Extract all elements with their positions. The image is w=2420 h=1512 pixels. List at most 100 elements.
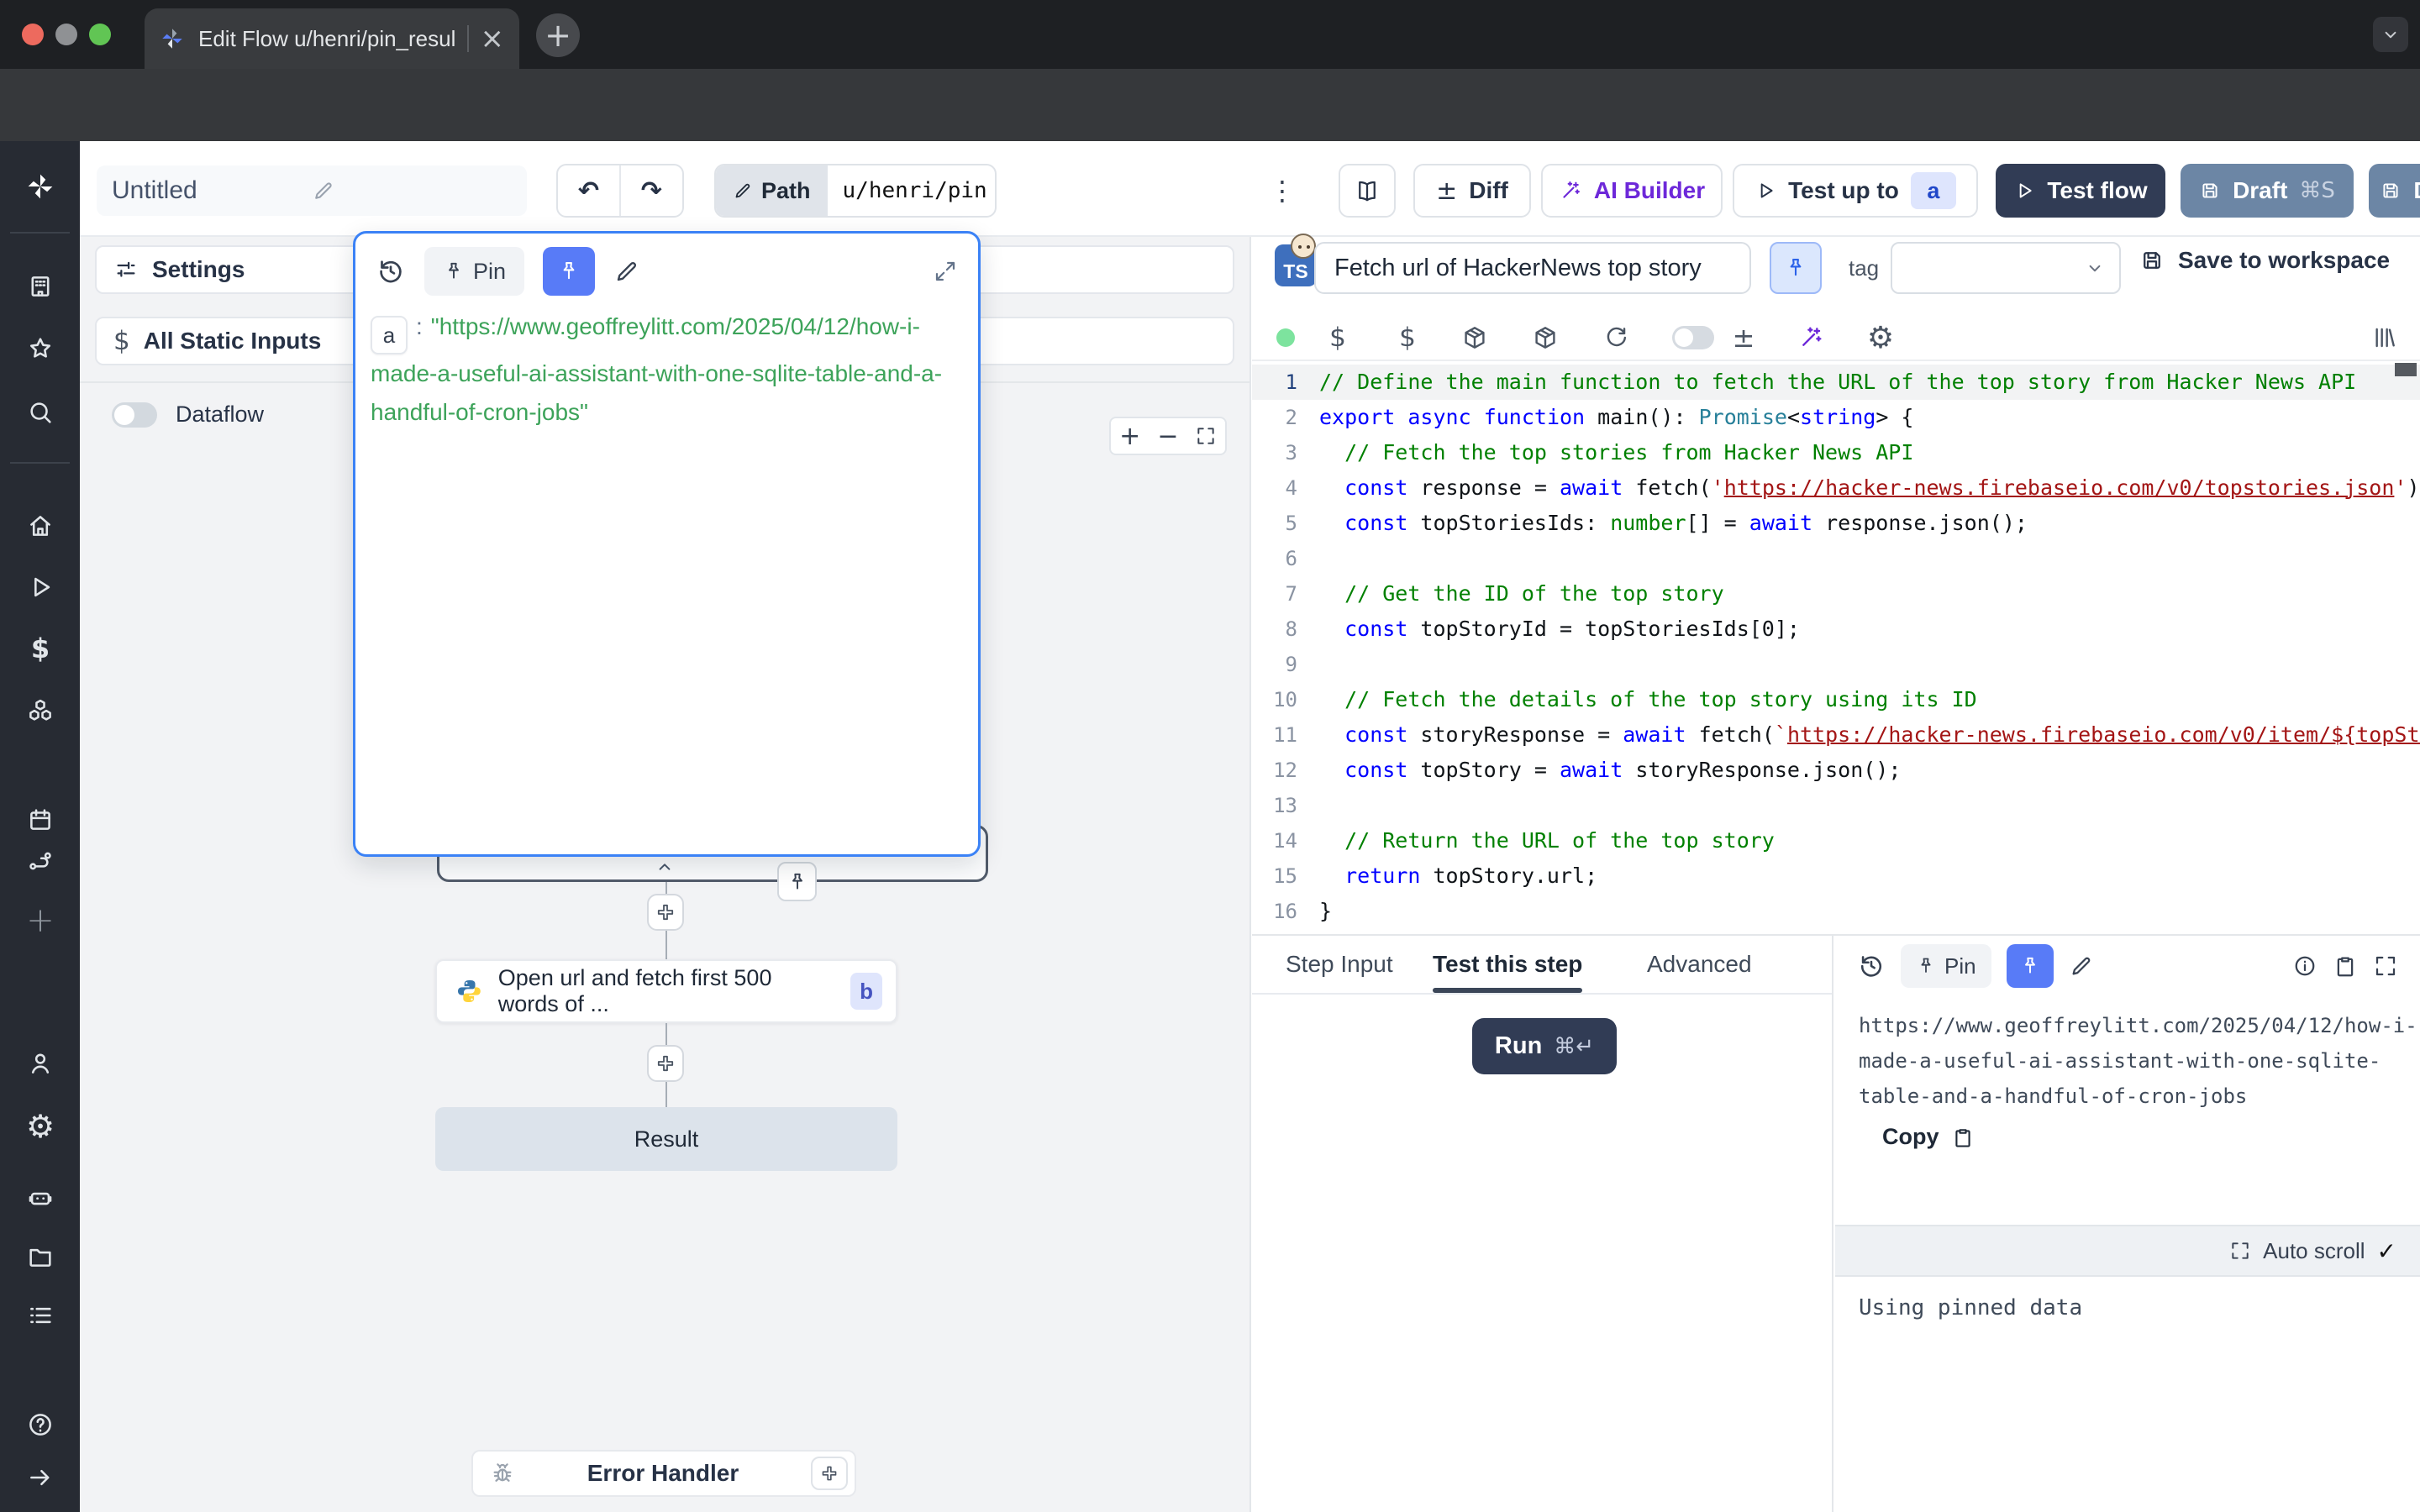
traffic-zoom-button[interactable] (89, 24, 111, 45)
zoom-out-button[interactable]: − (1149, 418, 1186, 454)
redo-button[interactable]: ↷ (621, 176, 682, 206)
code-editor[interactable]: 1// Define the main function to fetch th… (1252, 360, 2420, 934)
test-up-to-button[interactable]: Test up to a (1733, 164, 1978, 218)
deploy-button[interactable]: Deploy (2369, 164, 2420, 218)
code-line[interactable]: 2export async function main(): Promise<s… (1252, 400, 2420, 435)
sidebar-item-folders[interactable] (25, 1242, 55, 1272)
library-icon[interactable] (2368, 321, 2402, 354)
pin-active-button[interactable] (543, 247, 595, 296)
history-icon[interactable] (376, 256, 406, 286)
tab-search-button[interactable] (2373, 17, 2408, 52)
header-pin-button[interactable] (1770, 242, 1822, 294)
collapse-chevron-icon[interactable] (654, 856, 676, 878)
browser-tab[interactable]: Edit Flow u/henri/pin_results × (145, 8, 519, 69)
editor-toggle[interactable] (1672, 326, 1714, 349)
code-line[interactable]: 11 const storyResponse = await fetch(`ht… (1252, 717, 2420, 753)
tab-advanced[interactable]: Advanced (1647, 936, 1752, 993)
new-tab-button[interactable]: + (536, 13, 580, 57)
sidebar-item-resources[interactable] (25, 696, 55, 726)
result-node[interactable]: Result (435, 1107, 897, 1171)
code-line[interactable]: 9 (1252, 647, 2420, 682)
tab-close-icon[interactable]: × (481, 24, 505, 53)
pin-toggle-button[interactable]: Pin (424, 247, 524, 296)
resources-dollar-icon[interactable]: $ (1391, 321, 1424, 354)
edit-name-pencil-icon[interactable] (312, 179, 512, 202)
sidebar-item-audit-logs[interactable] (25, 1300, 55, 1331)
search-icon[interactable] (25, 397, 55, 428)
fullscreen-icon[interactable] (2373, 953, 2398, 979)
code-line[interactable]: 12 const topStory = await storyResponse.… (1252, 753, 2420, 788)
insert-step-button[interactable] (647, 894, 684, 931)
dataflow-toggle[interactable] (112, 402, 157, 428)
package-icon[interactable] (1458, 321, 1491, 354)
copy-button[interactable]: Copy (1882, 1124, 1975, 1150)
sidebar-item-home[interactable] (25, 511, 55, 541)
draft-button[interactable]: Draft⌘S (2181, 164, 2354, 218)
sidebar-item-flows[interactable] (25, 846, 55, 876)
code-line[interactable]: 7 // Get the ID of the top story (1252, 576, 2420, 612)
code-line[interactable]: 5 const topStoriesIds: number[] = await … (1252, 506, 2420, 541)
windmill-logo[interactable] (25, 171, 55, 202)
step-name-input[interactable]: Fetch url of HackerNews top story (1314, 242, 1751, 294)
pin-toggle-button[interactable]: Pin (1901, 944, 1991, 988)
insert-step-button[interactable] (647, 1045, 684, 1082)
traffic-minimize-button[interactable] (55, 24, 77, 45)
editor-settings-gear-icon[interactable]: ⚙ (1864, 321, 1897, 354)
package-icon[interactable] (1528, 321, 1562, 354)
docs-book-button[interactable] (1339, 164, 1396, 218)
code-line[interactable]: 6 (1252, 541, 2420, 576)
code-line[interactable]: 13 (1252, 788, 2420, 823)
code-line[interactable]: 16} (1252, 894, 2420, 929)
error-handler-node[interactable]: Error Handler (471, 1450, 856, 1497)
sidebar-item-variables[interactable]: $ (25, 633, 55, 664)
traffic-close-button[interactable] (22, 24, 44, 45)
sidebar-expand-icon[interactable] (25, 1462, 55, 1493)
code-line[interactable]: 15 return topStory.url; (1252, 858, 2420, 894)
path-button[interactable]: Path u/henri/pin (714, 164, 997, 218)
pin-active-button[interactable] (2007, 944, 2054, 988)
save-to-workspace-button[interactable]: Save to workspace (2139, 247, 2390, 274)
sidebar-add-button[interactable]: + (25, 906, 55, 936)
zoom-in-button[interactable]: + (1111, 418, 1149, 454)
help-icon[interactable] (25, 1410, 55, 1440)
node-pin-button[interactable] (777, 862, 817, 901)
sidebar-item-favorites[interactable] (25, 333, 55, 364)
code-line[interactable]: 4 const response = await fetch('https://… (1252, 470, 2420, 506)
expand-logs-icon[interactable] (2229, 1240, 2251, 1262)
code-line[interactable]: 1// Define the main function to fetch th… (1252, 365, 2420, 400)
code-line[interactable]: 3 // Fetch the top stories from Hacker N… (1252, 435, 2420, 470)
diff-button[interactable]: ±Diff (1413, 164, 1531, 218)
tab-step-input[interactable]: Step Input (1286, 936, 1393, 993)
more-options-kebab[interactable]: ⋮ (1269, 175, 1296, 207)
expand-popup-icon[interactable] (933, 259, 958, 284)
fit-view-button[interactable] (1187, 418, 1225, 454)
code-line[interactable]: 8 const topStoryId = topStoriesIds[0]; (1252, 612, 2420, 647)
ai-wand-icon[interactable] (1794, 321, 1828, 354)
code-line[interactable]: 14 // Return the URL of the top story (1252, 823, 2420, 858)
editor-scrollbar-thumb[interactable] (2395, 363, 2417, 376)
test-flow-button[interactable]: Test flow (1996, 164, 2165, 218)
step-node-b[interactable]: Open url and fetch first 500 words of ..… (435, 959, 897, 1023)
auto-scroll-label[interactable]: Auto scroll (2263, 1238, 2365, 1264)
pinned-value[interactable]: a:"https://www.geoffreylitt.com/2025/04/… (371, 307, 964, 432)
sidebar-item-users[interactable] (25, 1048, 55, 1079)
flow-name-field[interactable]: Untitled (97, 165, 527, 216)
edit-pin-pencil-icon[interactable] (613, 258, 640, 285)
reload-script-icon[interactable] (1600, 321, 1634, 354)
sidebar-item-settings[interactable]: ⚙ (25, 1111, 55, 1142)
add-error-handler-button[interactable] (811, 1457, 848, 1490)
edit-pin-pencil-icon[interactable] (2069, 953, 2094, 979)
sidebar-item-workspace[interactable] (25, 271, 55, 302)
auto-scroll-check[interactable]: ✓ (2377, 1237, 2396, 1265)
history-icon[interactable] (1857, 952, 1886, 980)
code-line[interactable]: 10 // Fetch the details of the top story… (1252, 682, 2420, 717)
sidebar-item-runs[interactable] (25, 572, 55, 602)
tab-test-this-step[interactable]: Test this step (1433, 936, 1582, 993)
ai-builder-button[interactable]: AI Builder (1541, 164, 1723, 218)
sidebar-item-workers[interactable] (25, 1183, 55, 1213)
tag-select[interactable] (1891, 242, 2121, 294)
variables-icon[interactable]: $ (1321, 321, 1355, 354)
result-value[interactable]: https://www.geoffreylitt.com/2025/04/12/… (1859, 1008, 2420, 1114)
diff-icon[interactable]: ± (1727, 321, 1760, 354)
run-button[interactable]: Run ⌘↵ (1472, 1018, 1617, 1074)
